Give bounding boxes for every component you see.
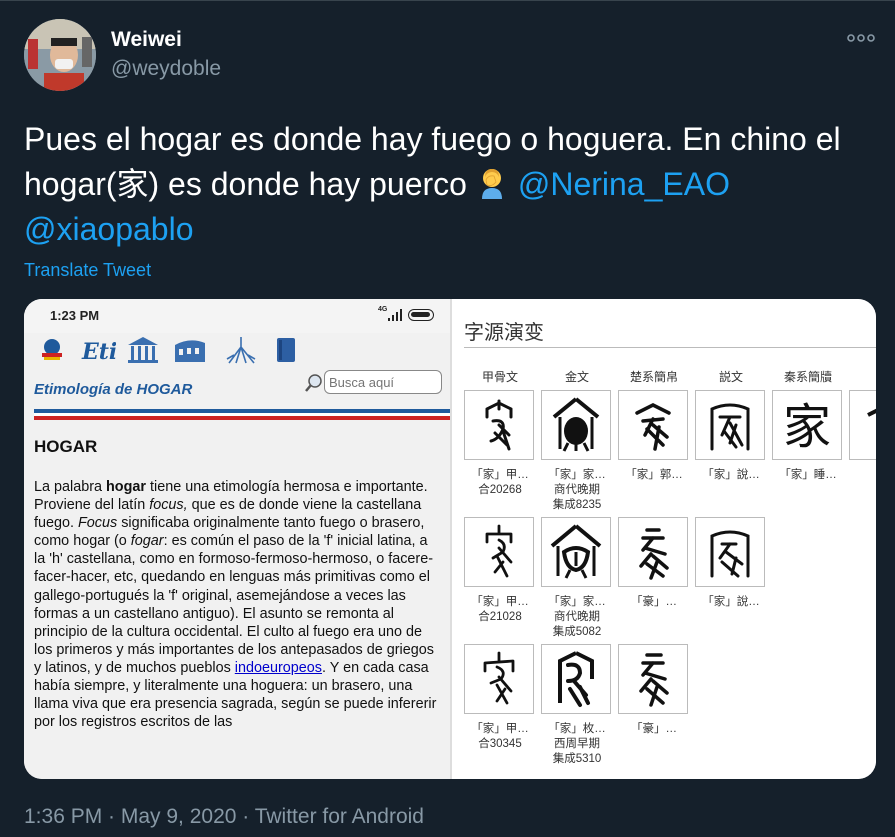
- glyph-cell[interactable]: 「家」甲… 合21028: [464, 517, 536, 625]
- colosseum-icon[interactable]: [172, 335, 208, 365]
- article-old-word: fogar: [130, 533, 164, 550]
- oracle-jia-glyph-2: [485, 524, 513, 578]
- oracle-jia-glyph-1: [485, 399, 513, 451]
- phone-screenshot[interactable]: 1:23 PM 4G Eti Etimología de HOGAR Busca…: [24, 299, 450, 779]
- glyph-caption: 「家」甲…: [471, 596, 529, 608]
- glyph-period: 商代晚期: [554, 611, 600, 623]
- glyph-source: 集成8235: [552, 499, 602, 511]
- chu-jia-glyph-1: [635, 403, 671, 451]
- glyph-cell[interactable]: 「家」家… 商代晚期集成5082: [541, 517, 613, 640]
- panel-divider: [464, 347, 876, 348]
- oracle-jia-glyph-3: [483, 651, 515, 705]
- glyph-caption: 「家」說…: [702, 469, 760, 481]
- column-header-shuowen: 説文: [718, 370, 743, 384]
- glyph-cell[interactable]: 「豪」…: [618, 644, 690, 737]
- translate-tweet-link[interactable]: Translate Tweet: [24, 260, 151, 281]
- glyph-period: 西周早期: [554, 738, 600, 750]
- tweet-text: Pues el hogar es donde hay fuego o hogue…: [24, 117, 874, 252]
- shuowen-jia-glyph-2: [710, 530, 750, 578]
- article-keyword: hogar: [106, 479, 146, 495]
- column-header-chu: 楚系簡帛: [629, 370, 678, 384]
- glyph-period: 商代晚期: [554, 484, 600, 496]
- glyph-cell[interactable]: 「家」說…: [695, 390, 767, 483]
- article-latin-word: focus,: [149, 497, 188, 514]
- glyph-cell[interactable]: 「家」說…: [695, 517, 767, 610]
- page-heading: HOGAR: [34, 437, 98, 456]
- search-icon[interactable]: [304, 373, 324, 393]
- temple-icon[interactable]: [126, 335, 160, 365]
- glyph-caption: 「家」枚…: [548, 723, 606, 735]
- site-title: Etimología de HOGAR: [34, 381, 193, 398]
- top-divider: [0, 0, 895, 1]
- column-header-qin: 秦系簡牘: [783, 370, 832, 384]
- search-input[interactable]: [324, 370, 442, 394]
- column-header-oracle: 甲骨文: [481, 370, 518, 384]
- glyph-cell[interactable]: 「家」甲… 合20268: [464, 390, 536, 498]
- svg-text:Eti: Eti: [81, 339, 116, 365]
- face-palm-icon: [481, 169, 502, 199]
- phone-time: 1:23 PM: [50, 308, 100, 323]
- author-name[interactable]: Weiwei: [111, 28, 182, 52]
- indoeuropeos-link[interactable]: indoeuropeos: [235, 660, 322, 676]
- article-intro: La palabra: [34, 479, 107, 495]
- glyph-caption: 「家」甲…: [471, 723, 529, 735]
- glyph-cell-partial[interactable]: [849, 390, 876, 460]
- article-part-4: : es común el paso de la 'f' inicial lat…: [34, 533, 434, 676]
- character-evolution-panel[interactable]: 字源演变 甲骨文 金文 楚系簡帛 説文 秦系簡牘 秦 「家」甲… 合20268 「…: [452, 299, 876, 779]
- tweet-media[interactable]: 1:23 PM 4G Eti Etimología de HOGAR Busca…: [24, 299, 876, 779]
- signal-icon: [388, 309, 402, 321]
- glyph-caption: 「家」說…: [702, 596, 760, 608]
- article-text: La palabra hogar tiene una etimología he…: [34, 478, 442, 731]
- glyph-source: 合21028: [478, 611, 522, 623]
- eti-logo-icon[interactable]: Eti: [80, 335, 117, 365]
- glyph-source: 合20268: [478, 484, 522, 496]
- avatar-photo: [24, 19, 96, 91]
- bronze-jia-glyph-1: [552, 397, 600, 452]
- avatar[interactable]: [24, 19, 96, 91]
- battery-icon: [408, 309, 434, 321]
- panel-title: 字源演变: [464, 322, 544, 344]
- glyph-caption: 「家」甲…: [471, 469, 529, 481]
- column-header-bronze: 金文: [564, 370, 589, 384]
- tree-roots-icon[interactable]: [224, 335, 258, 365]
- article-latin-word-2: Focus: [78, 515, 118, 532]
- site-nav-icons: Eti: [34, 335, 314, 365]
- bronze-jia-glyph-3: [558, 651, 594, 707]
- glyph-caption: 「豪」…: [631, 723, 677, 735]
- glyph-caption: 「豪」…: [631, 596, 677, 608]
- book-icon[interactable]: [274, 335, 298, 365]
- glyph-cell[interactable]: 「家」枚… 西周早期集成5310: [541, 644, 613, 767]
- author-handle[interactable]: @weydoble: [111, 57, 221, 81]
- mention-link-1[interactable]: @Nerina_EAO: [518, 166, 730, 202]
- glyph-cell[interactable]: 「家」甲… 合30345: [464, 644, 536, 752]
- glyph-caption: 「家」家…: [548, 596, 606, 608]
- partial-glyph: [867, 408, 876, 427]
- glyph-cell[interactable]: 「家」家… 商代晚期集成8235: [541, 390, 613, 513]
- glyph-cell[interactable]: 「家」郭…: [618, 390, 690, 483]
- bronze-jia-glyph-2: [550, 524, 602, 579]
- svg-text:家: 家: [783, 399, 831, 455]
- glyph-cell[interactable]: 「豪」…: [618, 517, 690, 610]
- glyph-caption: 「家」睡…: [779, 469, 837, 481]
- glyph-source: 集成5310: [552, 753, 602, 765]
- network-indicator: 4G: [378, 306, 388, 313]
- shuowen-jia-glyph-1: [710, 403, 750, 451]
- tweet-timestamp[interactable]: 1:36 PM · May 9, 2020 · Twitter for Andr…: [24, 805, 424, 829]
- glyph-source: 集成5082: [552, 626, 602, 638]
- more-options-icon[interactable]: [846, 30, 876, 46]
- phone-status-bar: 1:23 PM 4G: [24, 299, 450, 333]
- qin-jia-glyph-1: 家: [783, 399, 831, 455]
- glyph-caption: 「家」家…: [548, 469, 606, 481]
- mention-link-2[interactable]: @xiaopablo: [24, 211, 193, 247]
- flag-icon[interactable]: [36, 335, 68, 365]
- glyph-cell[interactable]: 家 「家」睡…: [772, 390, 844, 483]
- site-search[interactable]: [304, 370, 444, 396]
- glyph-caption: 「家」郭…: [625, 469, 683, 481]
- glyph-source: 合30345: [478, 738, 522, 750]
- chu-hao-glyph-2: [639, 653, 669, 707]
- chu-hao-glyph-1: [639, 528, 669, 580]
- column-header-partial: 秦: [849, 368, 876, 385]
- divider-stripe-red: [34, 416, 450, 420]
